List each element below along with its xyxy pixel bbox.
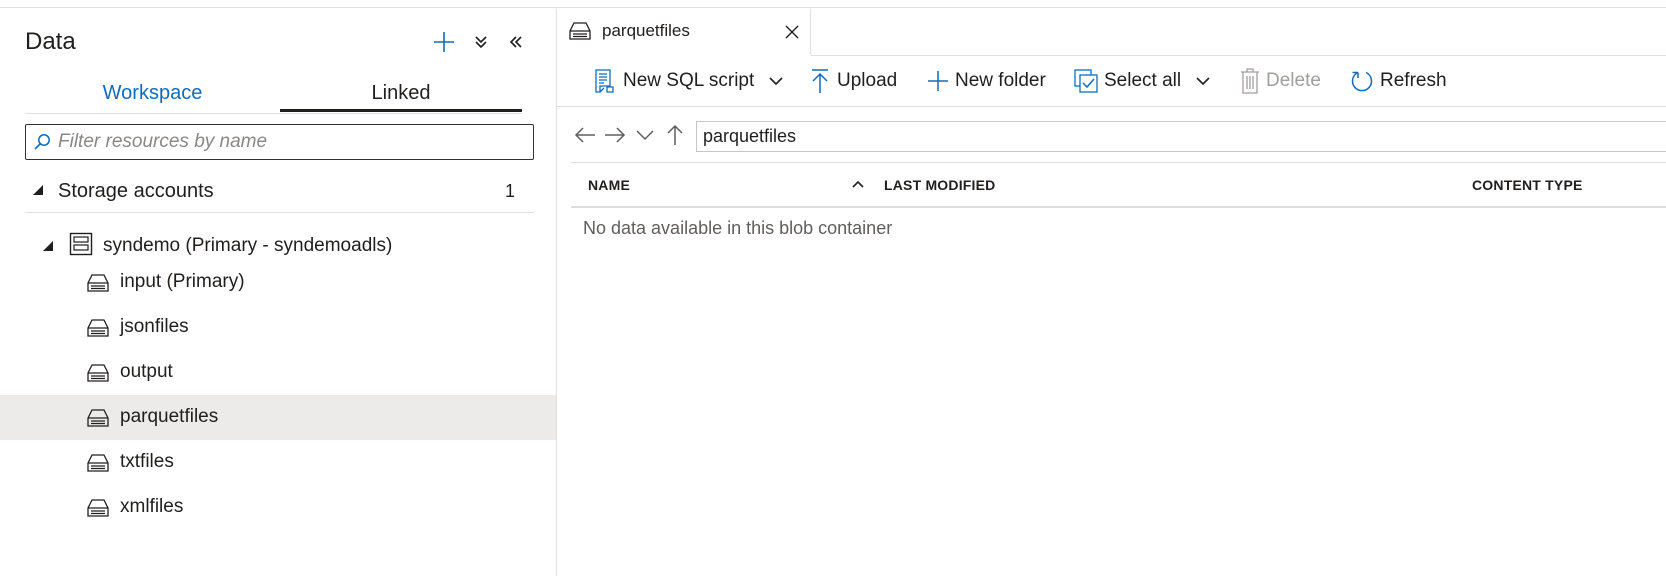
new-folder-button[interactable]: New folder bbox=[927, 56, 1046, 106]
recent-locations-button[interactable] bbox=[632, 122, 658, 148]
select-all-button[interactable]: Select all bbox=[1074, 56, 1211, 106]
panel-title: Data bbox=[25, 28, 76, 55]
expanded-triangle-icon[interactable] bbox=[32, 184, 44, 196]
selected-tab-indicator bbox=[280, 109, 522, 112]
toolbar: New SQL script Upload New folder Select … bbox=[557, 56, 1666, 107]
container-icon bbox=[569, 22, 591, 40]
section-count: 1 bbox=[504, 181, 515, 201]
filter-input[interactable] bbox=[58, 131, 518, 153]
container-icon bbox=[87, 319, 109, 337]
column-last-modified[interactable]: LAST MODIFIED bbox=[884, 177, 995, 193]
back-button[interactable] bbox=[572, 122, 598, 148]
container-icon bbox=[87, 364, 109, 382]
collapse-panel-button[interactable] bbox=[503, 29, 529, 55]
container-item-jsonfiles[interactable]: jsonfiles bbox=[0, 305, 556, 350]
chevron-down-icon[interactable] bbox=[768, 73, 784, 89]
arrow-left-icon bbox=[574, 127, 595, 143]
new-sql-script-label: New SQL script bbox=[623, 70, 755, 91]
forward-button[interactable] bbox=[602, 122, 628, 148]
container-item-txtfiles[interactable]: txtfiles bbox=[0, 440, 556, 485]
chevron-down-icon bbox=[636, 130, 654, 141]
empty-message: No data available in this blob container bbox=[583, 218, 893, 238]
tab-label: parquetfiles bbox=[602, 21, 690, 40]
container-item-input[interactable]: input (Primary) bbox=[0, 260, 556, 305]
upload-button[interactable]: Upload bbox=[809, 56, 897, 106]
storage-account-icon bbox=[69, 232, 93, 256]
select-all-icon bbox=[1074, 69, 1098, 93]
plus-icon bbox=[928, 71, 948, 91]
refresh-icon bbox=[1351, 71, 1373, 92]
container-label: txtfiles bbox=[120, 451, 174, 472]
new-sql-script-button[interactable]: New SQL script bbox=[593, 56, 784, 106]
container-label: xmlfiles bbox=[120, 496, 184, 517]
storage-accounts-section[interactable]: Storage accounts 1 bbox=[25, 169, 534, 213]
path-input[interactable] bbox=[697, 126, 1609, 147]
storage-account-label: syndemo (Primary - syndemoadls) bbox=[103, 235, 393, 256]
table-header: NAME LAST MODIFIED CONTENT TYPE bbox=[571, 162, 1666, 208]
refresh-label: Refresh bbox=[1380, 70, 1447, 91]
upload-label: Upload bbox=[837, 70, 898, 91]
delete-button[interactable]: Delete bbox=[1240, 56, 1321, 106]
container-item-xmlfiles[interactable]: xmlfiles bbox=[0, 485, 556, 530]
column-content-type[interactable]: CONTENT TYPE bbox=[1472, 177, 1583, 193]
path-box bbox=[696, 121, 1666, 152]
double-chevron-down-icon bbox=[475, 36, 487, 49]
top-border bbox=[0, 0, 1666, 8]
arrow-up-icon bbox=[667, 124, 683, 145]
container-label: output bbox=[120, 361, 173, 382]
data-panel: Data Workspace Linked Storage accounts 1… bbox=[0, 9, 557, 576]
trash-icon bbox=[1241, 68, 1259, 94]
search-icon bbox=[26, 133, 58, 151]
expanded-triangle-icon[interactable] bbox=[42, 240, 54, 252]
column-name[interactable]: NAME bbox=[588, 177, 630, 193]
tab-parquetfiles[interactable]: parquetfiles bbox=[557, 9, 811, 55]
expand-all-button[interactable] bbox=[468, 29, 494, 55]
double-chevron-left-icon bbox=[509, 36, 522, 48]
add-button[interactable] bbox=[431, 29, 457, 55]
container-label: input (Primary) bbox=[120, 271, 245, 292]
sql-script-icon bbox=[595, 69, 614, 93]
delete-label: Delete bbox=[1266, 70, 1321, 91]
container-item-parquetfiles[interactable]: parquetfiles bbox=[0, 395, 556, 440]
editor-area: parquetfiles New SQL script Upload New f… bbox=[557, 9, 1666, 576]
filter-box bbox=[25, 124, 534, 160]
container-item-output[interactable]: output bbox=[0, 350, 556, 395]
close-icon[interactable] bbox=[781, 21, 803, 43]
container-icon bbox=[87, 274, 109, 292]
select-all-label: Select all bbox=[1104, 70, 1182, 91]
up-button[interactable] bbox=[662, 122, 688, 148]
container-icon bbox=[87, 454, 109, 472]
container-icon bbox=[87, 409, 109, 427]
container-label: parquetfiles bbox=[120, 406, 219, 427]
tab-workspace[interactable]: Workspace bbox=[25, 71, 280, 115]
chevron-down-icon[interactable] bbox=[1195, 73, 1211, 89]
section-label: Storage accounts bbox=[58, 180, 214, 202]
container-label: jsonfiles bbox=[120, 316, 189, 337]
sort-ascending-icon[interactable] bbox=[851, 179, 865, 189]
arrow-right-icon bbox=[605, 127, 626, 143]
container-icon bbox=[87, 499, 109, 517]
new-folder-label: New folder bbox=[955, 70, 1046, 91]
upload-icon bbox=[812, 69, 828, 93]
refresh-button[interactable]: Refresh bbox=[1350, 56, 1447, 106]
tabs-divider bbox=[25, 113, 522, 114]
plus-icon bbox=[434, 32, 454, 52]
